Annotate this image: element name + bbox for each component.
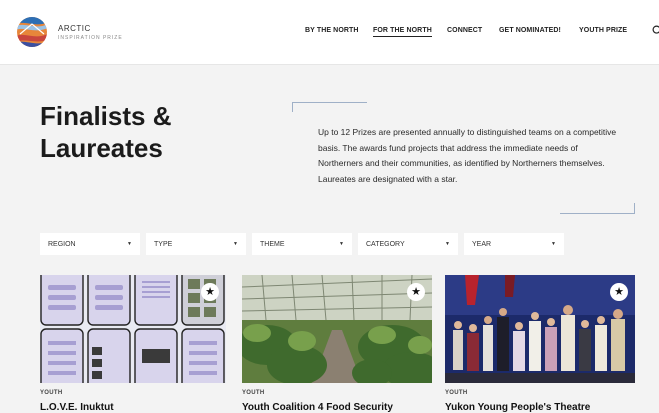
filter-region-label: REGION <box>48 241 76 248</box>
card-1-title[interactable]: L.O.V.E. Inuktut <box>40 402 114 413</box>
theatre-stage-image <box>445 275 635 383</box>
brand-name[interactable]: ARCTIC <box>58 24 91 33</box>
caret-down-icon: ▼ <box>233 241 238 247</box>
caret-down-icon: ▼ <box>127 241 132 247</box>
filter-year-label: YEAR <box>472 241 492 248</box>
nav-youth-prize[interactable]: YOUTH PRIZE <box>579 27 627 34</box>
filter-theme[interactable]: THEME ▼ <box>252 233 352 255</box>
nav-connect[interactable]: CONNECT <box>447 27 482 34</box>
brand-subtitle: INSPIRATION PRIZE <box>58 35 123 41</box>
filter-type-label: TYPE <box>154 241 173 248</box>
card-image-greenhouse[interactable]: ★ <box>242 275 432 383</box>
decorative-line-bottom-tick <box>634 203 635 214</box>
nav-by-the-north[interactable]: BY THE NORTH <box>305 27 359 34</box>
search-icon[interactable] <box>652 25 659 36</box>
greenhouse-image <box>242 275 432 383</box>
filter-type[interactable]: TYPE ▼ <box>146 233 246 255</box>
card-image-theatre[interactable]: ★ <box>445 275 635 383</box>
nav-get-nominated[interactable]: GET NOMINATED! <box>499 27 561 34</box>
decorative-line-bottom <box>560 213 635 214</box>
card-3-category: YOUTH <box>445 390 468 396</box>
page-title-line-2: Laureates <box>40 133 163 163</box>
decorative-line-top-tick <box>292 102 293 112</box>
card-2-title[interactable]: Youth Coalition 4 Food Security <box>242 402 393 413</box>
filter-theme-label: THEME <box>260 241 285 248</box>
app-screens-image <box>40 275 225 383</box>
filter-category-label: CATEGORY <box>366 241 405 248</box>
nav-for-the-north[interactable]: FOR THE NORTH <box>373 27 432 37</box>
card-image-app-screens[interactable]: ★ <box>40 275 226 383</box>
caret-down-icon: ▼ <box>339 241 344 247</box>
filter-region[interactable]: REGION ▼ <box>40 233 140 255</box>
card-1-category: YOUTH <box>40 390 63 396</box>
caret-down-icon: ▼ <box>551 241 556 247</box>
site-header: ARCTIC INSPIRATION PRIZE BY THE NORTH FO… <box>0 0 659 65</box>
filter-year[interactable]: YEAR ▼ <box>464 233 564 255</box>
arctic-logo-icon[interactable] <box>16 16 48 48</box>
page-title-line-1: Finalists & <box>40 101 172 131</box>
caret-down-icon: ▼ <box>445 241 450 247</box>
laureate-star-icon: ★ <box>407 283 425 301</box>
card-2-category: YOUTH <box>242 390 265 396</box>
laureate-star-icon: ★ <box>201 283 219 301</box>
laureate-star-icon: ★ <box>610 283 628 301</box>
card-3-title[interactable]: Yukon Young People's Theatre <box>445 402 590 413</box>
filter-category[interactable]: CATEGORY ▼ <box>358 233 458 255</box>
page-title: Finalists & Laureates <box>40 100 171 164</box>
intro-text: Up to 12 Prizes are presented annually t… <box>318 127 617 184</box>
decorative-line-top <box>292 102 367 103</box>
